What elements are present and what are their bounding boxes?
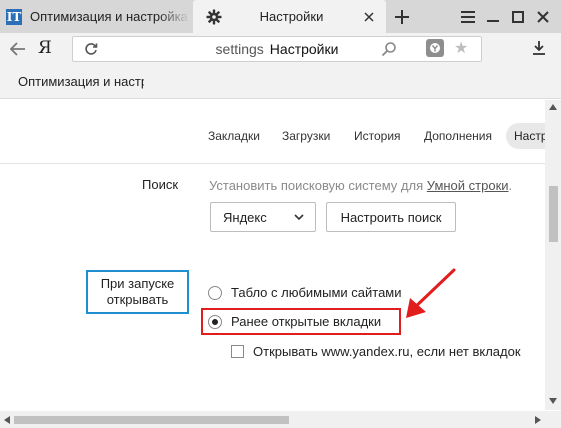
radio-label: Табло с любимыми сайтами [231, 285, 402, 300]
nav-tab-extensions[interactable]: Дополнения [424, 129, 492, 143]
search-engine-select[interactable]: Яндекс [210, 202, 316, 232]
tab-strip: IT Оптимизация и настройка Настройки [0, 0, 561, 33]
back-arrow-icon[interactable] [8, 39, 28, 59]
checkbox[interactable] [231, 345, 244, 358]
search-description-text: Установить поисковую систему для [209, 178, 424, 193]
address-page: Настройки [269, 41, 339, 57]
scroll-up-arrow-icon[interactable] [549, 104, 557, 110]
new-tab-icon[interactable] [392, 7, 412, 27]
bookmark-item[interactable]: Оптимизация и настройка [18, 74, 144, 89]
gear-icon [205, 8, 223, 26]
search-description-suffix: . [508, 178, 513, 193]
menu-icon[interactable] [457, 6, 479, 28]
tab-optimization[interactable]: IT Оптимизация и настройка [0, 0, 193, 33]
minimize-icon[interactable] [482, 6, 504, 28]
smart-bar-link[interactable]: Умной строки [427, 178, 509, 193]
tab-title: Оптимизация и настройка [30, 9, 188, 24]
settings-nav: Закладки Загрузки История Дополнения Нас… [0, 100, 561, 164]
download-icon[interactable] [530, 39, 548, 57]
close-tab-icon[interactable] [360, 8, 378, 26]
configure-search-button[interactable]: Настроить поиск [326, 202, 456, 232]
nav-tab-history[interactable]: История [354, 129, 401, 143]
address-bar[interactable]: settings Настройки [72, 36, 482, 62]
search-engine-value: Яндекс [223, 209, 267, 225]
bookmarks-bar: Оптимизация и настройка [0, 65, 561, 99]
startup-label-line2: открывать [106, 292, 169, 307]
scroll-down-arrow-icon[interactable] [549, 398, 557, 404]
radio-label: Ранее открытые вкладки [231, 314, 382, 329]
star-icon[interactable]: ★ [454, 38, 468, 58]
address-prefix: settings [215, 41, 264, 57]
red-arrow-annotation [406, 268, 456, 318]
nav-tab-downloads[interactable]: Загрузки [282, 129, 330, 143]
browser-toolbar: Я settings Настройки [0, 33, 561, 65]
site-favicon: IT [6, 8, 22, 25]
address-text: settings Настройки [73, 41, 481, 57]
search-description: Установить поисковую систему для Умной с… [209, 178, 512, 193]
radio-button-selected[interactable] [208, 314, 222, 329]
checkbox-label: Открывать www.yandex.ru, если нет вкладо… [253, 344, 521, 359]
horizontal-scroll-thumb[interactable] [14, 416, 289, 424]
radio-option-previous-tabs[interactable]: Ранее открытые вкладки [208, 314, 381, 329]
vertical-scroll-thumb[interactable] [549, 186, 558, 242]
maximize-icon[interactable] [507, 6, 529, 28]
scroll-left-arrow-icon[interactable] [4, 416, 10, 424]
startup-label-line1: При запуске [100, 276, 175, 291]
vertical-scrollbar[interactable] [545, 100, 561, 410]
radio-button[interactable] [208, 285, 222, 300]
chevron-down-icon [293, 211, 305, 223]
radio-option-tableau[interactable]: Табло с любимыми сайтами [208, 285, 402, 300]
search-section-label: Поиск [142, 177, 179, 192]
search-icon[interactable] [381, 41, 397, 57]
scroll-right-arrow-icon[interactable] [535, 416, 541, 424]
protect-shield-icon[interactable] [426, 39, 444, 57]
startup-section-label: При запуске открывать [86, 276, 189, 308]
yandex-logo[interactable]: Я [38, 38, 52, 58]
nav-tab-bookmarks[interactable]: Закладки [208, 129, 260, 143]
open-yandex-checkbox-row[interactable]: Открывать www.yandex.ru, если нет вкладо… [231, 344, 521, 359]
close-window-icon[interactable] [532, 6, 554, 28]
tab-settings[interactable]: Настройки [193, 0, 386, 33]
tab-title: Настройки [259, 9, 324, 24]
horizontal-scrollbar[interactable] [0, 411, 561, 428]
